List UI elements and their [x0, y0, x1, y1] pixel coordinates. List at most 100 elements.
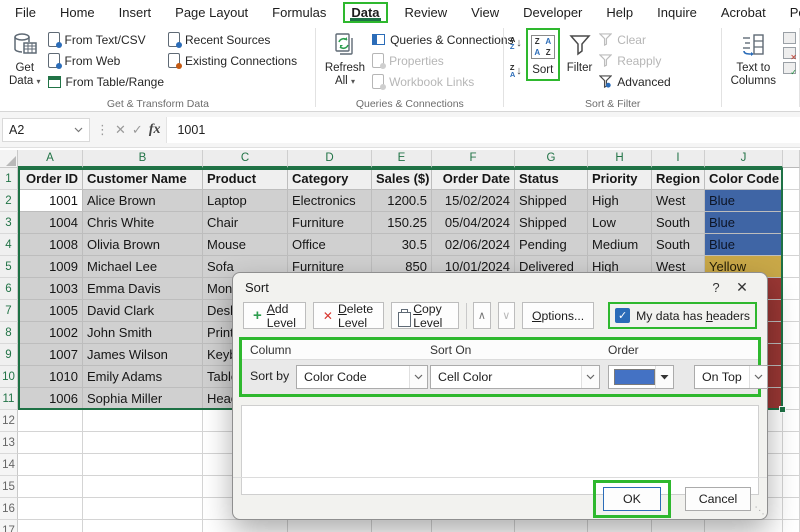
- cell[interactable]: West: [652, 190, 705, 212]
- column-header[interactable]: C: [203, 150, 288, 168]
- cell[interactable]: 1010: [18, 366, 83, 388]
- insert-function-icon[interactable]: fx: [149, 122, 161, 138]
- cell[interactable]: [372, 520, 432, 532]
- cell[interactable]: Chris White: [83, 212, 203, 234]
- cell[interactable]: [18, 498, 83, 520]
- cell[interactable]: Priority: [588, 168, 652, 190]
- row-header[interactable]: 3: [0, 212, 18, 234]
- cell[interactable]: Sophia Miller: [83, 388, 203, 410]
- cell[interactable]: 1003: [18, 278, 83, 300]
- cell[interactable]: 1009: [18, 256, 83, 278]
- row-header[interactable]: 9: [0, 344, 18, 366]
- cell[interactable]: [83, 432, 203, 454]
- cell[interactable]: [432, 520, 515, 532]
- tab-review[interactable]: Review: [398, 3, 455, 22]
- cell[interactable]: [783, 234, 800, 256]
- column-header[interactable]: I: [652, 150, 705, 168]
- tab-developer[interactable]: Developer: [516, 3, 589, 22]
- cell[interactable]: 1001: [18, 190, 83, 212]
- row-header[interactable]: 1: [0, 168, 18, 190]
- row-header[interactable]: 4: [0, 234, 18, 256]
- cell[interactable]: [783, 454, 800, 476]
- column-header[interactable]: G: [515, 150, 588, 168]
- column-header[interactable]: F: [432, 150, 515, 168]
- cell[interactable]: [18, 410, 83, 432]
- refresh-all-button[interactable]: Refresh All ▾: [322, 28, 368, 90]
- cell[interactable]: [783, 278, 800, 300]
- cell[interactable]: [783, 476, 800, 498]
- cell[interactable]: High: [588, 190, 652, 212]
- from-text-csv-button[interactable]: From Text/CSV: [47, 30, 165, 49]
- cell[interactable]: [783, 300, 800, 322]
- dialog-titlebar[interactable]: Sort ? ✕: [233, 273, 767, 299]
- cell[interactable]: 1004: [18, 212, 83, 234]
- cell[interactable]: Shipped: [515, 190, 588, 212]
- cell[interactable]: Mouse: [203, 234, 288, 256]
- cell[interactable]: Emma Davis: [83, 278, 203, 300]
- cell[interactable]: David Clark: [83, 300, 203, 322]
- cell[interactable]: Category: [288, 168, 372, 190]
- options-button[interactable]: Options...: [521, 302, 595, 329]
- cell[interactable]: 1200.5: [372, 190, 432, 212]
- row-header[interactable]: 17: [0, 520, 18, 532]
- copy-level-button[interactable]: Copy Level: [391, 302, 459, 330]
- cell[interactable]: Laptop: [203, 190, 288, 212]
- cell[interactable]: 02/06/2024: [432, 234, 515, 256]
- cell[interactable]: [83, 454, 203, 476]
- tab-home[interactable]: Home: [53, 3, 102, 22]
- tab-inquire[interactable]: Inquire: [650, 3, 704, 22]
- formula-input[interactable]: 1001: [166, 116, 800, 143]
- cell[interactable]: [783, 432, 800, 454]
- cell[interactable]: Olivia Brown: [83, 234, 203, 256]
- cell[interactable]: [783, 366, 800, 388]
- cell[interactable]: [783, 410, 800, 432]
- row-header[interactable]: 13: [0, 432, 18, 454]
- cell[interactable]: Sales ($): [372, 168, 432, 190]
- sort-az-button[interactable]: A Z ↓: [510, 32, 522, 54]
- cell[interactable]: Shipped: [515, 212, 588, 234]
- cell[interactable]: Blue: [705, 190, 783, 212]
- cell[interactable]: 15/02/2024: [432, 190, 515, 212]
- name-box[interactable]: A2: [2, 117, 90, 142]
- order-position-dropdown[interactable]: On Top: [694, 365, 768, 389]
- queries-connections-button[interactable]: Queries & Connections: [372, 30, 514, 49]
- cell[interactable]: Blue: [705, 212, 783, 234]
- cell[interactable]: [783, 212, 800, 234]
- cell[interactable]: 1007: [18, 344, 83, 366]
- text-to-columns-button[interactable]: Text to Columns: [728, 28, 779, 90]
- sort-button[interactable]: ZAAZ Sort: [528, 30, 558, 79]
- row-header[interactable]: 7: [0, 300, 18, 322]
- resize-grip[interactable]: ⋰: [754, 506, 765, 516]
- row-header[interactable]: 6: [0, 278, 18, 300]
- cell[interactable]: 1005: [18, 300, 83, 322]
- cell[interactable]: [83, 498, 203, 520]
- cell[interactable]: [783, 256, 800, 278]
- recent-sources-button[interactable]: Recent Sources: [168, 30, 297, 49]
- help-button[interactable]: ?: [703, 280, 729, 295]
- move-up-button[interactable]: ∧: [473, 302, 491, 329]
- cell[interactable]: Order Date: [432, 168, 515, 190]
- column-header[interactable]: D: [288, 150, 372, 168]
- row-header[interactable]: 15: [0, 476, 18, 498]
- name-box-splitter[interactable]: ⋮: [96, 122, 109, 138]
- row-header[interactable]: 11: [0, 388, 18, 410]
- cancel-button[interactable]: Cancel: [685, 486, 751, 511]
- row-header[interactable]: 16: [0, 498, 18, 520]
- tab-acrobat[interactable]: Acrobat: [714, 3, 773, 22]
- cell[interactable]: [705, 520, 783, 532]
- enter-entry-icon[interactable]: ✓: [132, 122, 143, 138]
- cell[interactable]: Order ID: [18, 168, 83, 190]
- cell[interactable]: Chair: [203, 212, 288, 234]
- sort-on-dropdown[interactable]: Cell Color: [430, 365, 600, 389]
- cell[interactable]: 150.25: [372, 212, 432, 234]
- order-color-dropdown[interactable]: [608, 365, 674, 389]
- tab-file[interactable]: File: [8, 3, 43, 22]
- cell[interactable]: Product: [203, 168, 288, 190]
- cell[interactable]: Low: [588, 212, 652, 234]
- column-header[interactable]: H: [588, 150, 652, 168]
- row-header[interactable]: 12: [0, 410, 18, 432]
- cell[interactable]: [783, 498, 800, 520]
- sort-za-button[interactable]: Z A ↓: [510, 60, 522, 82]
- cell[interactable]: Blue: [705, 234, 783, 256]
- row-header[interactable]: 14: [0, 454, 18, 476]
